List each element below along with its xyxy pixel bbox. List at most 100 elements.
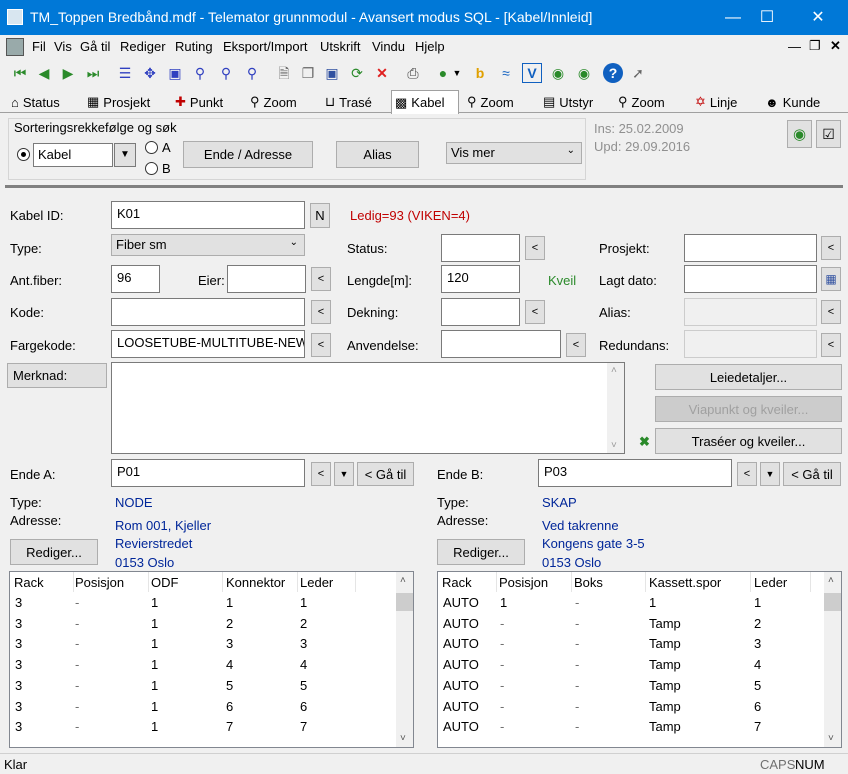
column-header[interactable]: Rack xyxy=(14,575,44,590)
merknad-scrollbar[interactable]: ˄ ˅ xyxy=(607,363,624,453)
tab-zoom-1[interactable]: ⚲ Zoom xyxy=(247,91,300,113)
ende-a-pick-button[interactable]: < xyxy=(311,462,331,486)
menu-ga-til[interactable]: Gå til xyxy=(80,39,110,54)
zoom-icon[interactable]: ⚲ xyxy=(190,63,210,83)
alias-button[interactable]: Alias xyxy=(336,141,419,168)
lengde-input[interactable]: 120 xyxy=(441,265,520,293)
copy-icon[interactable]: ❐ xyxy=(298,63,318,83)
column-header[interactable]: Boks xyxy=(574,575,603,590)
mdi-minimize-icon[interactable]: — xyxy=(788,39,801,54)
dekning-input[interactable] xyxy=(441,298,520,326)
menu-ruting[interactable]: Ruting xyxy=(175,39,213,54)
table-row[interactable]: AUTO - - Tamp 6 xyxy=(438,697,841,718)
ende-a-goto-button[interactable]: < Gå til xyxy=(357,462,414,486)
status-input[interactable] xyxy=(441,234,520,262)
close-icon[interactable]: ✕ xyxy=(795,0,841,35)
lagt-dato-input[interactable] xyxy=(684,265,817,293)
table-row[interactable]: 3 - 1 5 5 xyxy=(10,676,413,697)
column-header[interactable]: ODF xyxy=(151,575,178,590)
ende-b-input[interactable]: P03 xyxy=(538,459,732,487)
last-record-icon[interactable]: ⏭ xyxy=(83,63,103,83)
table-row[interactable]: AUTO - - Tamp 7 xyxy=(438,717,841,738)
alias-input[interactable] xyxy=(684,298,817,326)
menu-vis[interactable]: Vis xyxy=(54,39,72,54)
table-row[interactable]: 3 - 1 1 1 xyxy=(10,593,413,614)
column-header[interactable]: Posisjon xyxy=(499,575,548,590)
move-icon[interactable]: ✥ xyxy=(140,63,160,83)
ende-b-rediger-button[interactable]: Rediger... xyxy=(437,539,525,565)
antfiber-input[interactable]: 96 xyxy=(111,265,160,293)
tab-prosjekt[interactable]: ▦ Prosjekt xyxy=(84,91,153,113)
vis-mer-dropdown[interactable]: Vis mer ⌄ xyxy=(446,142,582,164)
column-header[interactable]: Leder xyxy=(300,575,333,590)
zoom-out-icon[interactable]: ⚲ xyxy=(242,63,262,83)
print-icon[interactable]: ⎙ xyxy=(403,63,423,83)
menu-eksport-import[interactable]: Eksport/Import xyxy=(223,39,308,54)
table-row[interactable]: 3 - 1 4 4 xyxy=(10,655,413,676)
zoom-fit-icon[interactable]: ▣ xyxy=(165,63,185,83)
menu-vindu[interactable]: Vindu xyxy=(372,39,405,54)
ende-a-dropdown-icon[interactable]: ▼ xyxy=(334,462,354,486)
alias-pick-button[interactable]: < xyxy=(821,300,841,324)
anvendelse-pick-button[interactable]: < xyxy=(566,333,586,357)
ende-b-goto-button[interactable]: < Gå til xyxy=(783,462,841,486)
table-row[interactable]: 3 - 1 2 2 xyxy=(10,614,413,635)
anvendelse-input[interactable] xyxy=(441,330,561,358)
kode-pick-button[interactable]: < xyxy=(311,300,331,324)
column-header[interactable]: Rack xyxy=(442,575,472,590)
globe-link-button[interactable]: ◉ xyxy=(787,120,812,148)
table-row[interactable]: 3 - 1 3 3 xyxy=(10,634,413,655)
maximize-icon[interactable]: ☐ xyxy=(744,0,790,35)
eier-pick-button[interactable]: < xyxy=(311,267,331,291)
menu-utskrift[interactable]: Utskrift xyxy=(320,39,360,54)
tab-trase[interactable]: ⊔ Trasé xyxy=(322,91,375,113)
ende-a-rediger-button[interactable]: Rediger... xyxy=(10,539,98,565)
kabel-id-input[interactable]: K01 xyxy=(111,201,305,229)
globe-icon[interactable]: ◉ xyxy=(548,63,568,83)
ende-a-input[interactable]: P01 xyxy=(111,459,305,487)
app-icon[interactable] xyxy=(7,9,23,25)
radio-b[interactable] xyxy=(145,162,158,175)
column-header[interactable]: Posisjon xyxy=(75,575,124,590)
dekning-pick-button[interactable]: < xyxy=(525,300,545,324)
map-dropdown-icon[interactable]: ▼ xyxy=(452,63,462,83)
tab-utstyr[interactable]: ▤ Utstyr xyxy=(540,91,596,113)
tab-zoom-3[interactable]: ⚲ Zoom xyxy=(615,91,668,113)
table-row[interactable]: AUTO - - Tamp 4 xyxy=(438,655,841,676)
save-icon[interactable]: ▣ xyxy=(322,63,342,83)
ende-b-dropdown-icon[interactable]: ▼ xyxy=(760,462,780,486)
menu-hjelp[interactable]: Hjelp xyxy=(415,39,445,54)
scroll-thumb[interactable] xyxy=(396,593,413,611)
eier-input[interactable] xyxy=(227,265,306,293)
mdi-restore-icon[interactable]: ❐ xyxy=(809,38,821,54)
first-record-icon[interactable]: ⏮ xyxy=(10,63,30,83)
table-row[interactable]: AUTO - - Tamp 3 xyxy=(438,634,841,655)
fargekode-input[interactable]: LOOSETUBE-MULTITUBE-NEW xyxy=(111,330,305,358)
tab-kabel[interactable]: ▩ Kabel xyxy=(391,90,459,114)
table-row[interactable]: AUTO 1 - 1 1 xyxy=(438,593,841,614)
map-pin-icon[interactable]: ● xyxy=(433,63,453,83)
globe-settings-icon[interactable]: ◉ xyxy=(574,63,594,83)
next-record-icon[interactable]: ▶ xyxy=(58,63,78,83)
checklist-button[interactable]: ☑ xyxy=(816,120,841,148)
mdi-app-icon[interactable] xyxy=(6,38,24,56)
sort-dropdown-icon[interactable]: ▼ xyxy=(114,143,136,167)
refresh-icon[interactable]: ⟳ xyxy=(347,63,367,83)
leiedetaljer-button[interactable]: Leiedetaljer... xyxy=(655,364,842,390)
menu-rediger[interactable]: Rediger xyxy=(120,39,166,54)
prosjekt-input[interactable] xyxy=(684,234,817,262)
fargekode-pick-button[interactable]: < xyxy=(311,333,331,357)
column-header[interactable]: Kassett.spor xyxy=(649,575,721,590)
ende-b-table[interactable]: Rack Posisjon Boks Kassett.spor Leder AU… xyxy=(437,571,842,748)
tab-status[interactable]: ⌂ Status xyxy=(8,91,63,113)
tree-view-icon[interactable]: ☰ xyxy=(115,63,135,83)
sort-select[interactable]: Kabel xyxy=(33,143,113,167)
menu-fil[interactable]: Fil xyxy=(32,39,46,54)
status-pick-button[interactable]: < xyxy=(525,236,545,260)
help-icon[interactable]: ? xyxy=(603,63,623,83)
sort-radio-kabel[interactable] xyxy=(17,148,30,161)
radio-a[interactable] xyxy=(145,141,158,154)
tab-punkt[interactable]: ✚ Punkt xyxy=(172,91,226,113)
scroll-thumb[interactable] xyxy=(824,593,841,611)
prosjekt-pick-button[interactable]: < xyxy=(821,236,841,260)
